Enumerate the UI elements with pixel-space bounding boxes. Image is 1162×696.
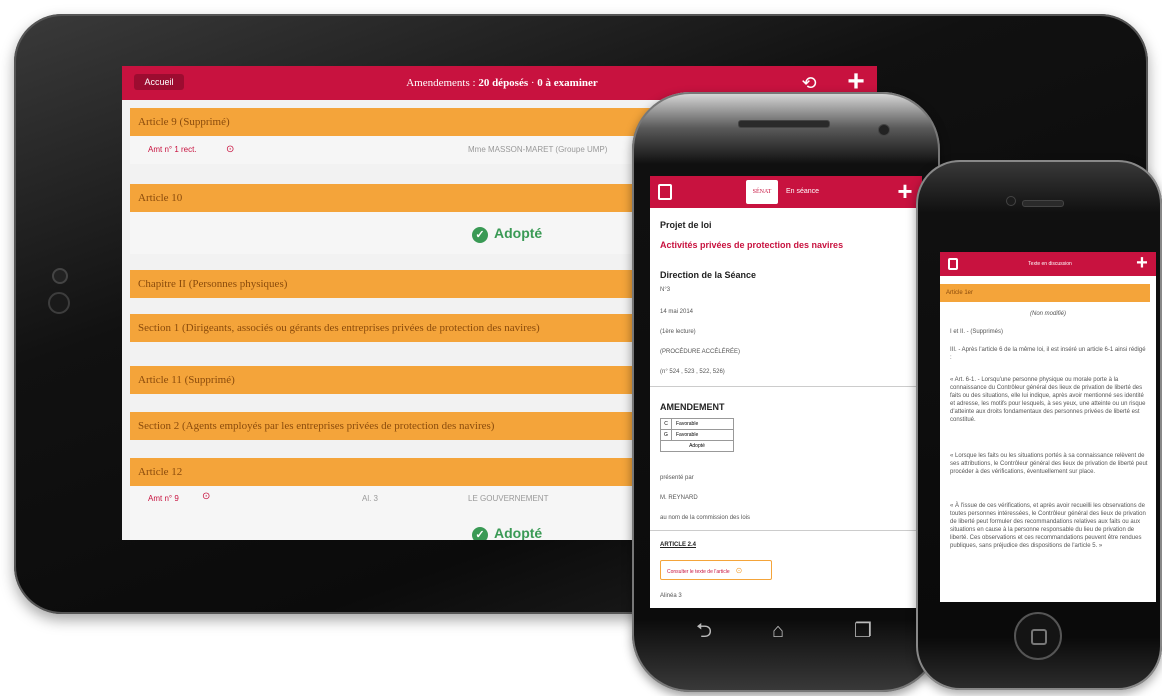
opinion-value: Adopté	[689, 443, 705, 449]
plus-icon[interactable]: +	[1130, 252, 1154, 276]
check-icon: ✓	[472, 527, 488, 540]
row-label: Article 10	[138, 192, 183, 204]
menu-icon[interactable]	[658, 184, 672, 200]
opinion-key: G	[661, 430, 672, 440]
info-icon: ⊙	[735, 566, 743, 575]
paragraph: « Art. 6-1. - Lorsqu'une personne physiq…	[950, 377, 1146, 423]
opinion-value: Favorable	[676, 421, 699, 427]
home-icon[interactable]: ⌂	[772, 614, 784, 648]
amendment-number: Amt n° 1 rect.	[148, 145, 197, 154]
opinion-table: C Favorable G Favorable Adopté	[660, 418, 734, 452]
divider	[650, 530, 922, 531]
info-icon[interactable]: ⊙	[226, 136, 234, 164]
row-label: Article 1er	[946, 290, 974, 296]
amendments-title: Amendements : 20 déposés · 0 à examiner	[292, 66, 712, 100]
amendment-author: LE GOUVERNEMENT	[468, 494, 549, 503]
row-label: Article 12	[138, 466, 183, 478]
back-icon[interactable]: ⮌	[696, 614, 712, 648]
article-row[interactable]: Article 1er	[940, 284, 1150, 302]
android-header: SÉNAT En séance +	[650, 176, 922, 208]
amendment-alinea: Al. 3	[362, 494, 379, 503]
status-label: Adopté	[494, 225, 543, 241]
opinion-row: G Favorable	[660, 430, 734, 441]
recent-apps-icon[interactable]: ❐	[854, 614, 872, 648]
header-title: Texte en discussion	[1028, 261, 1072, 267]
alinea-label: Alinéa 3	[660, 593, 682, 599]
opinion-row: C Favorable	[660, 418, 734, 430]
iphone-header: Texte en discussion +	[940, 252, 1156, 276]
amendment-author: M. REYNARD	[660, 495, 698, 501]
paragraph: « Lorsque les faits ou les situations po…	[950, 453, 1148, 475]
commission-label: au nom de la commission des lois	[660, 515, 751, 521]
adopted-status: ✓ Adopté	[472, 225, 542, 243]
reading-label: (1ère lecture)	[660, 329, 696, 335]
presented-by: présenté par	[660, 475, 694, 481]
title-pending: 0 à examiner	[537, 77, 598, 89]
android-speaker	[738, 120, 830, 128]
project-title: Activités privées de protection des navi…	[660, 240, 844, 250]
senat-logo: SÉNAT	[746, 180, 778, 204]
document-number: N°3	[660, 287, 671, 293]
title-deposited: 20 déposés	[478, 77, 529, 89]
paragraph: I et II. - (Supprimés)	[950, 329, 1004, 335]
row-label: Section 2 (Agents employés par les entre…	[138, 420, 495, 432]
tablet-sensor	[48, 292, 70, 314]
tablet-camera	[52, 268, 68, 284]
consult-article-button[interactable]: Consulter le texte de l'article ⊙	[660, 560, 772, 580]
opinion-key: C	[661, 419, 672, 429]
row-label: Article 11 (Supprimé)	[138, 374, 235, 386]
iphone-camera	[1006, 196, 1016, 206]
android-camera	[878, 124, 890, 136]
unmodified-label: (Non modifié)	[1029, 311, 1066, 317]
adopted-status: ✓ Adopté	[472, 525, 542, 540]
android-screen: SÉNAT En séance + Projet de loi Activité…	[650, 176, 922, 608]
amendment-author: Mme MASSON-MARET (Groupe UMP)	[468, 145, 608, 154]
row-label: Article 9 (Supprimé)	[138, 116, 230, 128]
title-prefix: Amendements :	[406, 77, 476, 89]
document-date: 14 mai 2014	[660, 309, 694, 315]
info-icon[interactable]: ⊙	[202, 491, 210, 502]
history-icon[interactable]: ⟲	[798, 72, 820, 94]
row-label: Section 1 (Dirigeants, associés ou géran…	[138, 322, 540, 334]
texts-label: (n° 524 , 523 , 522, 526)	[660, 369, 725, 375]
status-label: Adopté	[494, 525, 543, 540]
opinion-row: Adopté	[660, 441, 734, 452]
divider	[650, 386, 922, 387]
project-label: Projet de loi	[660, 220, 712, 230]
paragraph: III. - Après l'article 6 de la même loi,…	[950, 347, 1146, 361]
home-button[interactable]: Accueil	[134, 74, 184, 90]
iphone-speaker	[1022, 200, 1064, 207]
amendment-number: Amt n° 9	[148, 494, 179, 503]
iphone-home-button[interactable]	[1014, 612, 1062, 660]
direction-label: Direction de la Séance	[660, 270, 757, 280]
row-label: Chapitre II (Personnes physiques)	[138, 278, 288, 290]
menu-icon[interactable]	[948, 258, 958, 270]
article-label: ARTICLE 2.4	[660, 542, 697, 548]
paragraph: « À l'issue de ces vérifications, et apr…	[950, 503, 1146, 549]
amendment-heading: AMENDEMENT	[660, 402, 725, 412]
iphone-screen: Texte en discussion + Article 1er (Non m…	[940, 252, 1156, 602]
android-nav-bar: ⮌ ⌂ ❐	[650, 614, 922, 648]
consult-label: Consulter le texte de l'article	[667, 569, 730, 575]
title-separator: ·	[530, 77, 535, 89]
opinion-value: Favorable	[676, 432, 699, 438]
header-title: En séance	[786, 188, 820, 195]
check-icon: ✓	[472, 227, 488, 243]
procedure-label: (PROCÉDURE ACCÉLÉRÉE)	[660, 349, 741, 355]
